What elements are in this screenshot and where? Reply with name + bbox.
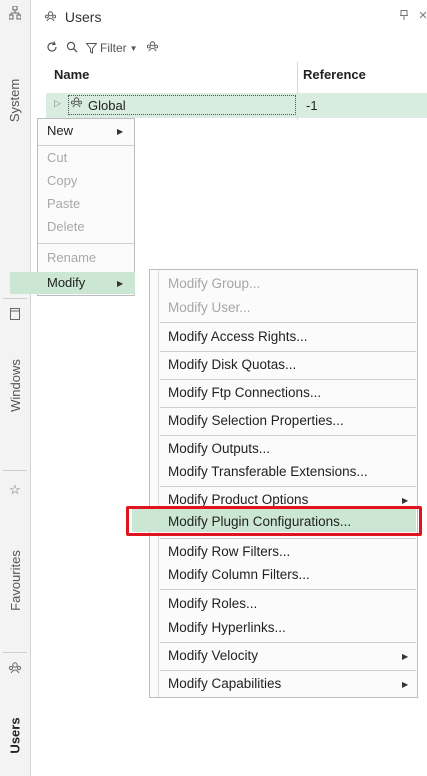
tab-system-label: System <box>7 78 23 122</box>
submenu-item-modify-product-options[interactable]: Modify Product Options <box>168 492 308 507</box>
submenu-item-modify-hyperlinks[interactable]: Modify Hyperlinks... <box>168 620 286 635</box>
highlight-annotation-box <box>126 506 422 536</box>
submenu-item-modify-velocity[interactable]: Modify Velocity <box>168 648 258 663</box>
row-name-cell[interactable]: Global <box>88 98 126 113</box>
menu-separator <box>160 322 416 323</box>
left-tool-strip: System Windows ☆ Favourites Users <box>0 0 31 776</box>
menu-separator <box>160 642 416 643</box>
menu-separator <box>160 435 416 436</box>
filter-icon <box>86 42 97 54</box>
submenu-arrow-icon: ▶ <box>117 127 124 136</box>
menu-separator <box>160 589 416 590</box>
menu-separator <box>38 145 134 146</box>
submenu-icon-gutter <box>158 270 159 697</box>
users-icon[interactable] <box>0 662 30 678</box>
column-header-name[interactable]: Name <box>54 67 89 82</box>
submenu-item-modify-ftp-connections[interactable]: Modify Ftp Connections... <box>168 385 321 400</box>
menu-item-paste[interactable]: Paste <box>47 196 80 211</box>
submenu-item-modify-group[interactable]: Modify Group... <box>168 276 260 291</box>
chevron-down-icon: ▼ <box>129 43 138 53</box>
tab-favourites-label: Favourites <box>7 549 23 611</box>
strip-divider <box>3 470 27 471</box>
submenu-item-modify-disk-quotas[interactable]: Modify Disk Quotas... <box>168 357 296 372</box>
expand-arrow-icon[interactable]: ▷ <box>54 98 61 109</box>
users-icon <box>70 97 83 111</box>
menu-item-modify[interactable]: Modify <box>47 275 85 290</box>
tab-users[interactable]: Users <box>0 700 30 770</box>
panel-title-text: Users <box>64 9 102 25</box>
submenu-item-modify-row-filters[interactable]: Modify Row Filters... <box>168 544 290 559</box>
menu-item-cut[interactable]: Cut <box>47 150 67 165</box>
submenu-item-modify-outputs[interactable]: Modify Outputs... <box>168 441 270 456</box>
menu-separator <box>160 538 416 539</box>
menu-separator <box>160 379 416 380</box>
menu-item-copy[interactable]: Copy <box>47 173 77 188</box>
search-icon[interactable] <box>66 41 78 56</box>
submenu-item-modify-capabilities[interactable]: Modify Capabilities <box>168 676 281 691</box>
pin-icon[interactable] <box>400 10 408 23</box>
refresh-icon[interactable] <box>46 40 58 56</box>
panel-title: Users <box>44 9 101 25</box>
filter-button[interactable]: Filter ▼ <box>86 41 138 55</box>
row-reference-cell[interactable]: -1 <box>306 98 318 113</box>
submenu-item-modify-transferable-extensions[interactable]: Modify Transferable Extensions... <box>168 464 368 479</box>
menu-separator <box>160 486 416 487</box>
menu-item-rename[interactable]: Rename <box>47 250 96 265</box>
users-icon[interactable] <box>146 41 159 55</box>
menu-separator <box>160 407 416 408</box>
submenu-arrow-icon: ▶ <box>117 279 124 288</box>
window-icon[interactable] <box>0 308 30 324</box>
close-icon[interactable] <box>419 10 427 23</box>
strip-divider <box>3 652 27 653</box>
tab-users-label: Users <box>7 716 23 754</box>
submenu-arrow-icon: ▶ <box>402 652 409 661</box>
sitemap-icon[interactable] <box>0 5 30 24</box>
menu-separator <box>160 670 416 671</box>
users-icon <box>44 9 61 25</box>
submenu-item-modify-user[interactable]: Modify User... <box>168 300 251 315</box>
tab-favourites[interactable]: Favourites <box>0 515 30 645</box>
column-header-reference[interactable]: Reference <box>303 67 366 82</box>
filter-label: Filter <box>100 41 127 55</box>
star-icon[interactable]: ☆ <box>0 482 30 498</box>
menu-item-delete[interactable]: Delete <box>47 219 85 234</box>
submenu-arrow-icon: ▶ <box>402 496 409 505</box>
panel-toolbar: Filter ▼ <box>46 38 159 58</box>
tab-system[interactable]: System <box>0 50 30 150</box>
submenu-item-modify-roles[interactable]: Modify Roles... <box>168 596 257 611</box>
menu-separator <box>160 351 416 352</box>
submenu-item-modify-column-filters[interactable]: Modify Column Filters... <box>168 567 310 582</box>
submenu-item-modify-access-rights[interactable]: Modify Access Rights... <box>168 329 308 344</box>
submenu-arrow-icon: ▶ <box>402 680 409 689</box>
tab-windows-label: Windows <box>7 358 23 412</box>
tab-windows[interactable]: Windows <box>0 330 30 440</box>
submenu-item-modify-selection-properties[interactable]: Modify Selection Properties... <box>168 413 344 428</box>
menu-separator <box>38 243 134 244</box>
menu-item-new[interactable]: New <box>47 123 73 138</box>
strip-divider <box>3 298 27 299</box>
